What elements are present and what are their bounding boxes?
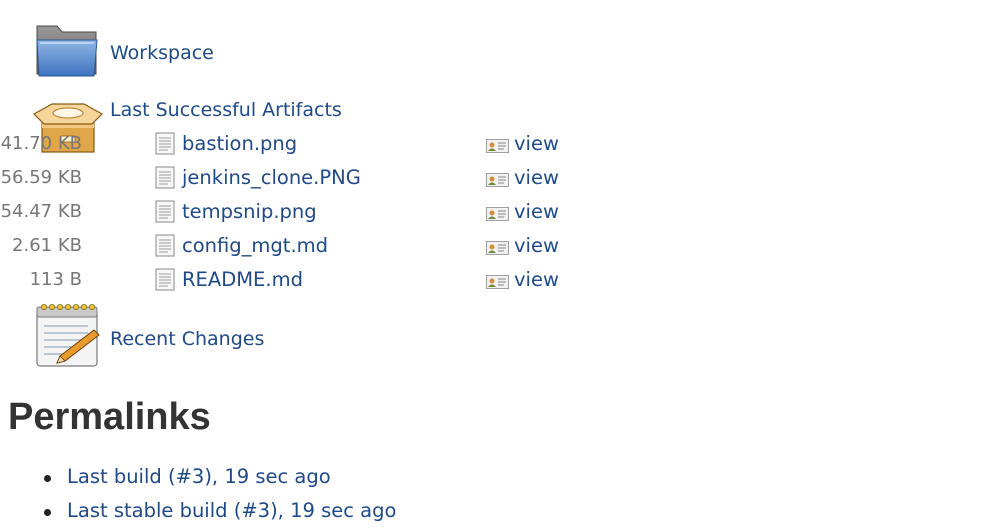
document-icon — [155, 268, 175, 291]
document-icon — [155, 234, 175, 257]
document-icon — [155, 166, 175, 189]
view-card-icon — [486, 240, 509, 255]
file-size: 113 B — [29, 269, 82, 290]
view-card-icon — [486, 274, 509, 289]
view-link[interactable]: view — [514, 232, 559, 260]
list-item: Last stable build (#3), 19 sec ago — [0, 494, 396, 528]
artifact-link[interactable]: tempsnip.png — [182, 198, 317, 226]
recent-changes-link[interactable]: Recent Changes — [110, 327, 264, 351]
folder-icon — [34, 22, 100, 80]
list-item: README.md 113 B view — [0, 266, 600, 294]
document-icon — [155, 200, 175, 223]
view-link[interactable]: view — [514, 266, 559, 294]
list-item: jenkins_clone.PNG 56.59 KB view — [0, 164, 600, 192]
bullet-icon — [44, 509, 51, 516]
artifact-link[interactable]: bastion.png — [182, 130, 297, 158]
last-successful-artifacts-link[interactable]: Last Successful Artifacts — [110, 98, 342, 122]
file-size: 2.61 KB — [12, 235, 82, 256]
view-link[interactable]: view — [514, 198, 559, 226]
page-title: Permalinks — [8, 396, 211, 438]
bullet-icon — [44, 475, 51, 482]
view-card-icon — [486, 172, 509, 187]
list-item: tempsnip.png 54.47 KB view — [0, 198, 600, 226]
permalink-last-build[interactable]: Last build (#3), 19 sec ago — [67, 465, 331, 488]
artifact-link[interactable]: config_mgt.md — [182, 232, 328, 260]
artifact-link[interactable]: jenkins_clone.PNG — [182, 164, 361, 192]
list-item: config_mgt.md 2.61 KB view — [0, 232, 600, 260]
view-link[interactable]: view — [514, 130, 559, 158]
view-card-icon — [486, 206, 509, 221]
workspace-link[interactable]: Workspace — [110, 41, 214, 65]
view-card-icon — [486, 138, 509, 153]
file-size: 56.59 KB — [0, 167, 82, 188]
artifact-link[interactable]: README.md — [182, 266, 303, 294]
list-item: Last build (#3), 19 sec ago — [0, 460, 396, 494]
notepad-pencil-icon — [34, 302, 102, 370]
list-item: bastion.png 41.70 KB view — [0, 130, 600, 158]
view-link[interactable]: view — [514, 164, 559, 192]
permalinks-list: Last build (#3), 19 sec ago Last stable … — [0, 460, 396, 528]
file-size: 41.70 KB — [0, 133, 82, 154]
file-size: 54.47 KB — [0, 201, 82, 222]
document-icon — [155, 132, 175, 155]
permalink-last-stable-build[interactable]: Last stable build (#3), 19 sec ago — [67, 499, 396, 522]
